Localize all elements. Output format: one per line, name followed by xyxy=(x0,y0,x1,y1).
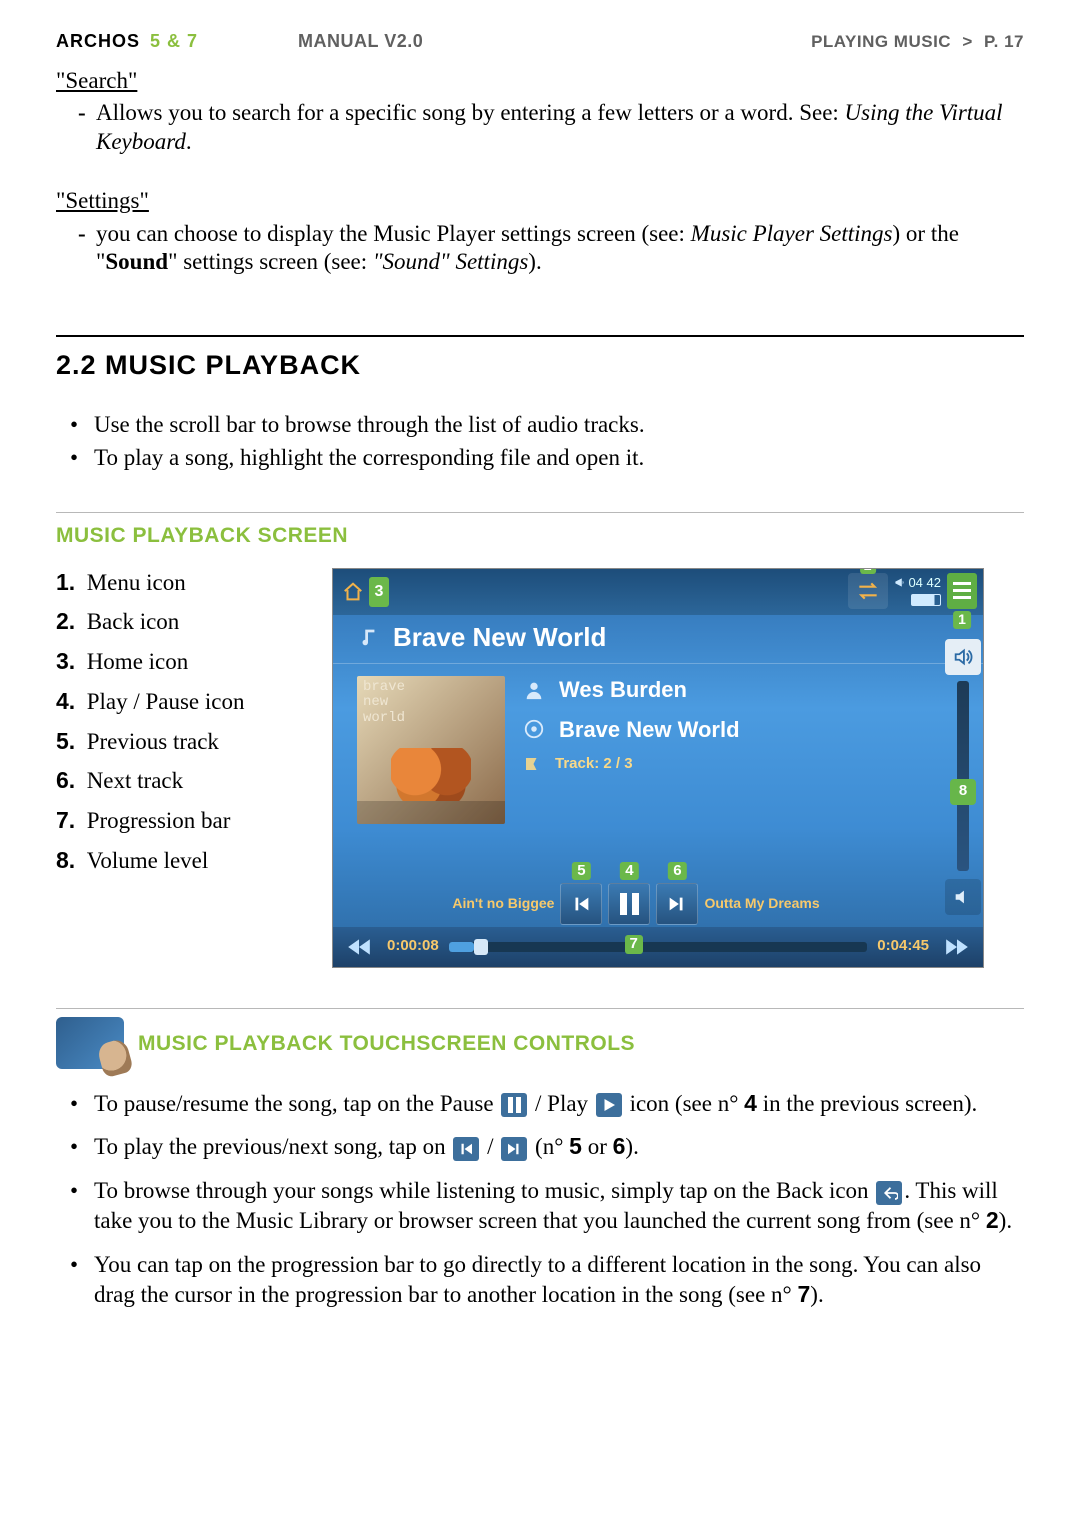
next-icon xyxy=(501,1137,527,1161)
touch-bullet-1: To pause/resume the song, tap on the Pau… xyxy=(70,1089,1024,1119)
page-header: ARCHOS 5 & 7 MANUAL V2.0 PLAYING MUSIC >… xyxy=(56,30,1024,53)
manual-version: MANUAL V2.0 xyxy=(298,30,423,53)
home-icon[interactable] xyxy=(341,581,365,603)
sub-divider-2 xyxy=(56,1008,1024,1009)
back-icon xyxy=(876,1181,902,1205)
song-title: Brave New World xyxy=(393,621,606,654)
volume-mute-icon[interactable] xyxy=(945,879,981,915)
callout-4: 4 xyxy=(620,862,638,881)
pause-icon xyxy=(501,1093,527,1117)
music-note-icon xyxy=(357,625,379,649)
album-art: brave new world xyxy=(357,676,505,824)
playback-bullet-1: Use the scroll bar to browse through the… xyxy=(70,411,1024,440)
next-track-button[interactable]: 6 xyxy=(656,883,698,925)
player-screenshot: 3 2 04 42 1 xyxy=(332,568,984,968)
elapsed-time: 0:00:08 xyxy=(387,937,439,956)
rewind-icon[interactable] xyxy=(341,938,377,956)
page-number: P. 17 xyxy=(984,32,1024,51)
playback-bullet-2: To play a song, highlight the correspond… xyxy=(70,444,1024,473)
play-pause-button[interactable]: 4 xyxy=(608,883,650,925)
settings-desc: you can choose to display the Music Play… xyxy=(78,220,1024,278)
artist-icon xyxy=(523,679,545,701)
artist-name: Wes Burden xyxy=(559,676,687,704)
total-time: 0:04:45 xyxy=(877,937,929,956)
prev-song-label: Ain't no Biggee xyxy=(452,895,554,913)
touch-bullet-4: You can tap on the progression bar to go… xyxy=(70,1250,1024,1310)
model: 5 & 7 xyxy=(150,30,198,53)
callout-8: 8 xyxy=(950,779,976,805)
previous-track-button[interactable]: 5 xyxy=(560,883,602,925)
term-settings: "Settings" xyxy=(56,187,1024,216)
section-2-2-heading: 2.2 MUSIC PLAYBACK xyxy=(56,349,1024,383)
callout-7: 7 xyxy=(625,935,643,954)
callout-2: 2 xyxy=(860,568,876,575)
butterfly-icon xyxy=(391,748,471,801)
touch-bullet-3: To browse through your songs while liste… xyxy=(70,1176,1024,1236)
sub-divider xyxy=(56,512,1024,513)
menu-icon[interactable]: 1 xyxy=(947,573,977,609)
battery-icon xyxy=(911,594,941,606)
fast-forward-icon[interactable] xyxy=(939,938,975,956)
brand: ARCHOS xyxy=(56,30,140,53)
volume-slider[interactable] xyxy=(957,681,969,871)
section-divider xyxy=(56,335,1024,337)
progress-bar[interactable]: 7 xyxy=(449,942,868,952)
play-icon xyxy=(596,1093,622,1117)
album-icon xyxy=(523,718,545,740)
touch-bullet-2: To play the previous/next song, tap on /… xyxy=(70,1132,1024,1162)
search-desc: Allows you to search for a specific song… xyxy=(78,99,1024,157)
status-clock: 04 42 xyxy=(894,575,941,591)
legend-list: 1. Menu icon 2. Back icon 3. Home icon 4… xyxy=(56,568,306,886)
previous-icon xyxy=(453,1137,479,1161)
term-search: "Search" xyxy=(56,67,1024,96)
album-name: Brave New World xyxy=(559,716,740,744)
callout-6: 6 xyxy=(668,862,686,881)
touchscreen-icon xyxy=(56,1017,124,1069)
touch-controls-heading: MUSIC PLAYBACK TOUCHSCREEN CONTROLS xyxy=(138,1031,635,1057)
callout-1: 1 xyxy=(953,611,971,629)
volume-up-icon[interactable] xyxy=(945,639,981,675)
playback-screen-heading: MUSIC PLAYBACK SCREEN xyxy=(56,523,1024,549)
track-icon xyxy=(523,755,541,773)
callout-5: 5 xyxy=(572,862,590,881)
header-section: PLAYING MUSIC xyxy=(811,32,951,51)
track-count: Track: 2 / 3 xyxy=(555,755,633,774)
next-song-label: Outta My Dreams xyxy=(704,895,819,913)
repeat-icon[interactable]: 2 xyxy=(848,573,888,609)
callout-3: 3 xyxy=(369,577,389,607)
chevron-right-icon: > xyxy=(962,32,972,51)
